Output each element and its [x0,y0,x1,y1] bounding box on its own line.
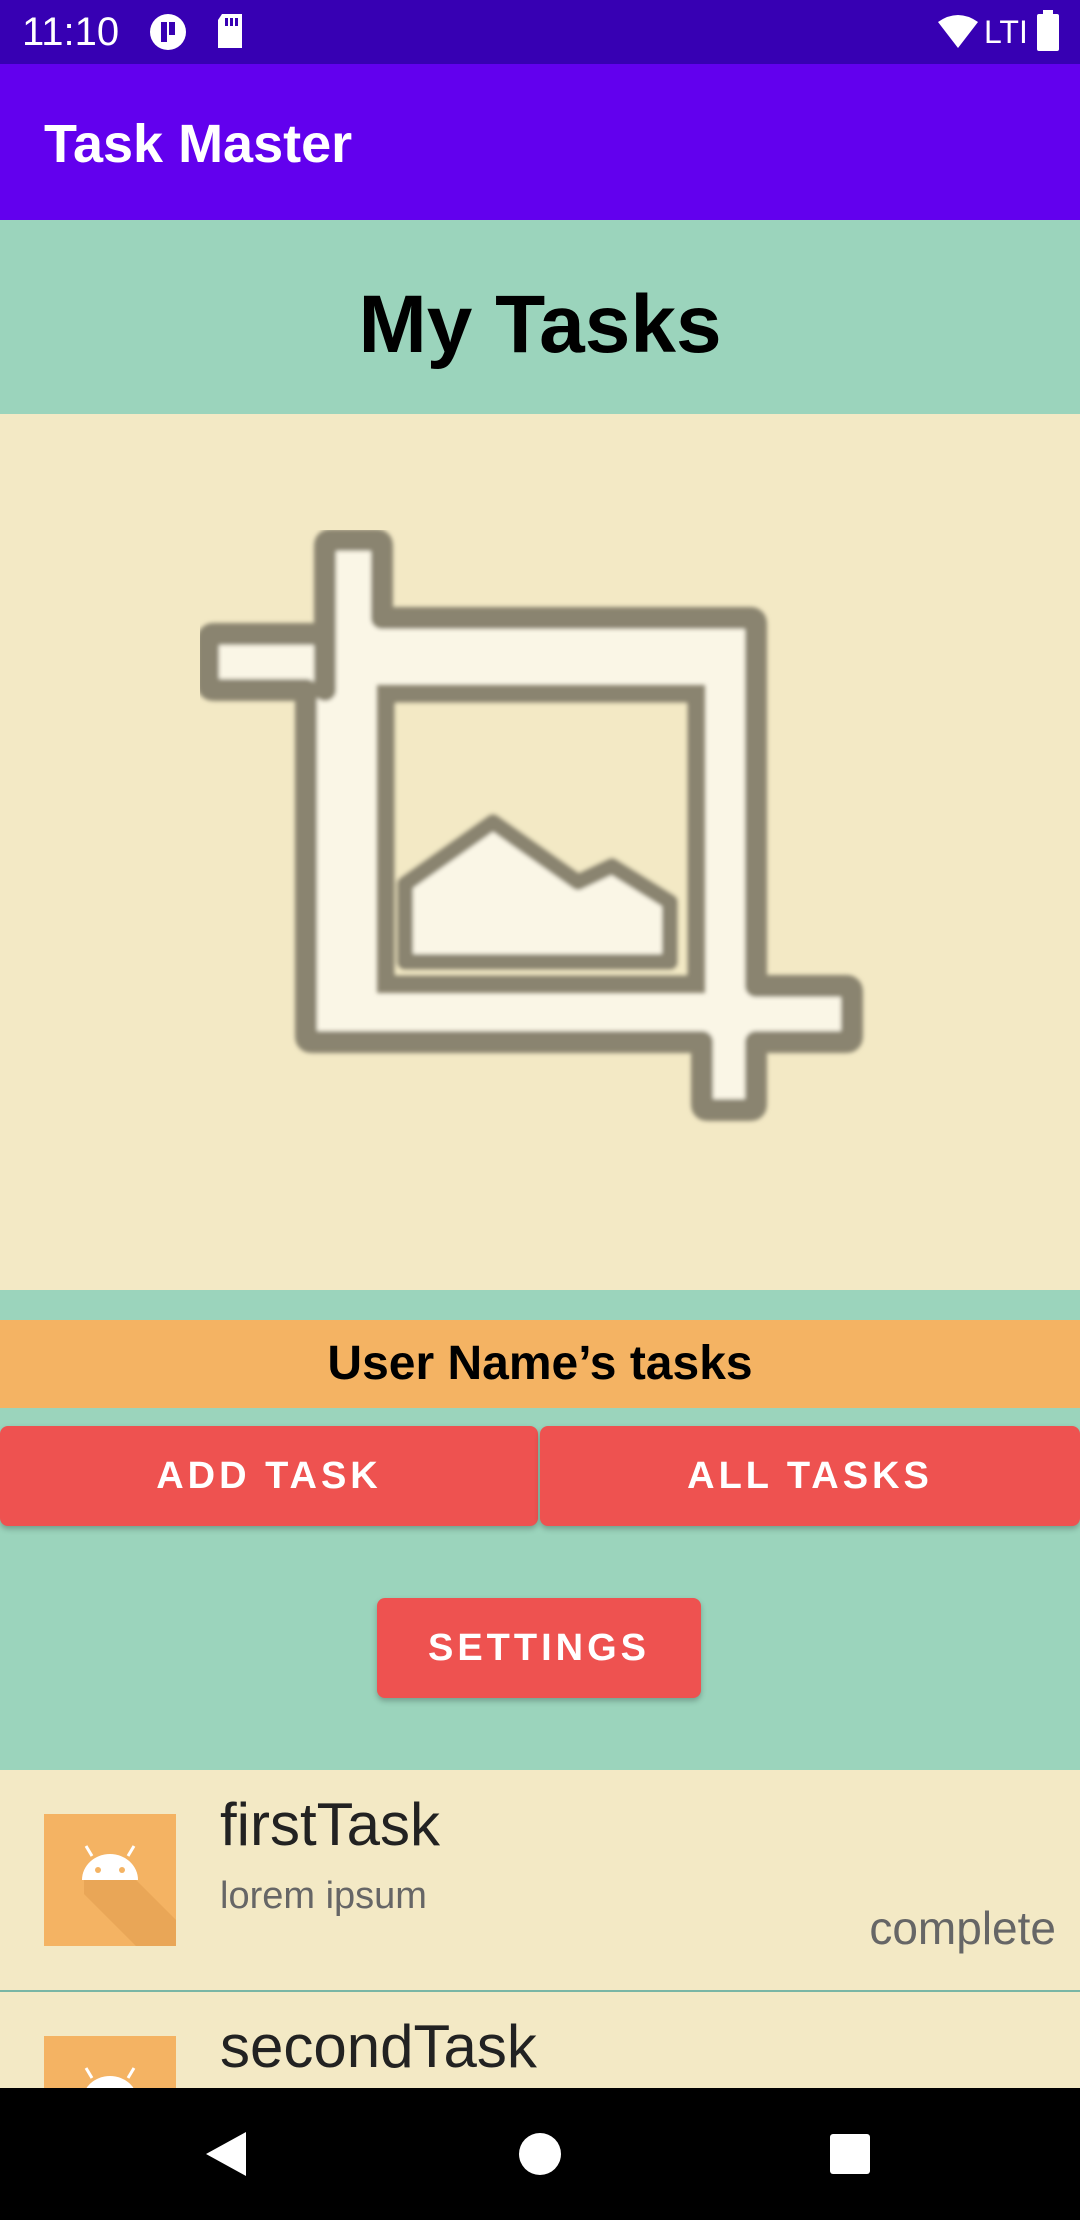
settings-button[interactable]: SETTINGS [377,1598,701,1698]
task-state: complete [869,1902,1056,1954]
app-title: Task Master [44,114,353,174]
app-notification-icon [148,12,188,57]
navigation-bar [0,2088,1080,2220]
add-task-button[interactable]: ADD TASK [0,1426,538,1526]
home-icon[interactable] [518,2132,562,2181]
task-title: secondTask [220,2013,537,2080]
network-label: LTI [984,14,1028,50]
page-title: My Tasks [358,279,722,370]
task-list[interactable]: firstTask lorem ipsum complete secondTas… [0,1770,1080,2090]
crop-image-icon [200,530,863,1121]
recents-icon[interactable] [828,2132,872,2181]
task-body: lorem ipsum [220,1875,427,1917]
task-title: firstTask [220,1791,441,1858]
back-icon[interactable] [204,2130,248,2183]
status-bar: 11:10 LTI [0,0,1080,64]
app-bar: Task Master [0,64,1080,220]
android-icon [44,2036,176,2090]
list-item[interactable]: firstTask lorem ipsum complete [0,1770,1080,1992]
username-tasks-label: User Name’s tasks [327,1337,753,1390]
status-time: 11:10 [22,10,120,54]
heading-band: My Tasks [0,220,1080,414]
all-tasks-button[interactable]: ALL TASKS [540,1426,1080,1526]
android-icon [44,1814,176,1946]
image-area [0,414,1080,1290]
sd-card-icon [214,12,246,55]
wifi-icon [936,12,980,57]
battery-icon [1036,10,1060,57]
username-tasks-bar: User Name’s tasks [0,1320,1080,1408]
list-item[interactable]: secondTask [0,1992,1080,2090]
